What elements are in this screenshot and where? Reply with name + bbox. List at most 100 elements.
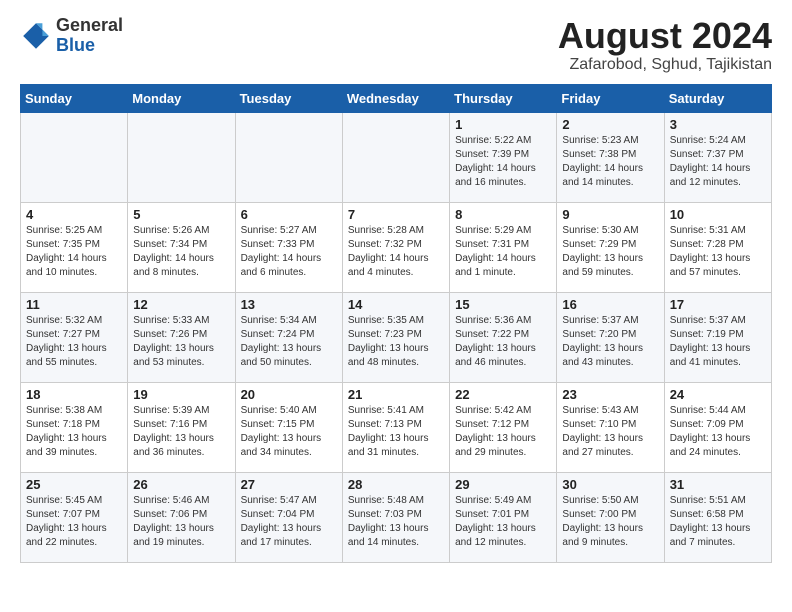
day-info: Sunrise: 5:50 AM Sunset: 7:00 PM Dayligh… xyxy=(562,494,658,550)
day-number: 7 xyxy=(348,207,444,222)
calendar-cell: 16 Sunrise: 5:37 AM Sunset: 7:20 PM Dayli… xyxy=(557,292,664,382)
logo-text: General Blue xyxy=(56,16,123,56)
weekday-header: Thursday xyxy=(450,84,557,112)
day-number: 25 xyxy=(26,477,122,492)
calendar-table: SundayMondayTuesdayWednesdayThursdayFrid… xyxy=(20,84,772,563)
calendar-cell: 11 Sunrise: 5:32 AM Sunset: 7:27 PM Dayli… xyxy=(21,292,128,382)
calendar-cell: 23 Sunrise: 5:43 AM Sunset: 7:10 PM Dayli… xyxy=(557,382,664,472)
day-info: Sunrise: 5:26 AM Sunset: 7:34 PM Dayligh… xyxy=(133,224,229,280)
calendar-body: 1 Sunrise: 5:22 AM Sunset: 7:39 PM Daylig… xyxy=(21,112,772,562)
day-number: 3 xyxy=(670,117,766,132)
day-info: Sunrise: 5:37 AM Sunset: 7:19 PM Dayligh… xyxy=(670,314,766,370)
calendar-cell: 22Sunrise: 5:42 AM Sunset: 7:12 PM Dayli… xyxy=(450,382,557,472)
day-number: 24 xyxy=(670,387,766,402)
calendar-cell: 27 Sunrise: 5:47 AM Sunset: 7:04 PM Dayli… xyxy=(235,472,342,562)
calendar-cell: 15Sunrise: 5:36 AM Sunset: 7:22 PM Dayli… xyxy=(450,292,557,382)
day-number: 5 xyxy=(133,207,229,222)
calendar-cell: 1 Sunrise: 5:22 AM Sunset: 7:39 PM Daylig… xyxy=(450,112,557,202)
day-number: 31 xyxy=(670,477,766,492)
day-number: 26 xyxy=(133,477,229,492)
day-info: Sunrise: 5:27 AM Sunset: 7:33 PM Dayligh… xyxy=(241,224,337,280)
day-info: Sunrise: 5:35 AM Sunset: 7:23 PM Dayligh… xyxy=(348,314,444,370)
logo: General Blue xyxy=(20,16,123,56)
calendar-week-row: 25 Sunrise: 5:45 AM Sunset: 7:07 PM Dayli… xyxy=(21,472,772,562)
day-number: 23 xyxy=(562,387,658,402)
logo-blue-text: Blue xyxy=(56,35,95,55)
day-info: Sunrise: 5:24 AM Sunset: 7:37 PM Dayligh… xyxy=(670,134,766,190)
calendar-cell xyxy=(235,112,342,202)
weekday-header: Sunday xyxy=(21,84,128,112)
day-info: Sunrise: 5:49 AM Sunset: 7:01 PM Dayligh… xyxy=(455,494,551,550)
day-info: Sunrise: 5:48 AM Sunset: 7:03 PM Dayligh… xyxy=(348,494,444,550)
day-info: Sunrise: 5:40 AM Sunset: 7:15 PM Dayligh… xyxy=(241,404,337,460)
calendar-cell: 7 Sunrise: 5:28 AM Sunset: 7:32 PM Daylig… xyxy=(342,202,449,292)
day-number: 10 xyxy=(670,207,766,222)
calendar-cell: 31Sunrise: 5:51 AM Sunset: 6:58 PM Dayli… xyxy=(664,472,771,562)
calendar-cell: 4 Sunrise: 5:25 AM Sunset: 7:35 PM Daylig… xyxy=(21,202,128,292)
day-info: Sunrise: 5:29 AM Sunset: 7:31 PM Dayligh… xyxy=(455,224,551,280)
calendar-cell xyxy=(128,112,235,202)
logo-icon xyxy=(20,20,52,52)
day-number: 2 xyxy=(562,117,658,132)
day-number: 12 xyxy=(133,297,229,312)
day-info: Sunrise: 5:41 AM Sunset: 7:13 PM Dayligh… xyxy=(348,404,444,460)
day-info: Sunrise: 5:43 AM Sunset: 7:10 PM Dayligh… xyxy=(562,404,658,460)
calendar-cell: 6 Sunrise: 5:27 AM Sunset: 7:33 PM Daylig… xyxy=(235,202,342,292)
calendar-cell: 8 Sunrise: 5:29 AM Sunset: 7:31 PM Daylig… xyxy=(450,202,557,292)
day-info: Sunrise: 5:32 AM Sunset: 7:27 PM Dayligh… xyxy=(26,314,122,370)
day-number: 8 xyxy=(455,207,551,222)
day-info: Sunrise: 5:25 AM Sunset: 7:35 PM Dayligh… xyxy=(26,224,122,280)
day-number: 1 xyxy=(455,117,551,132)
day-info: Sunrise: 5:33 AM Sunset: 7:26 PM Dayligh… xyxy=(133,314,229,370)
day-info: Sunrise: 5:46 AM Sunset: 7:06 PM Dayligh… xyxy=(133,494,229,550)
day-number: 20 xyxy=(241,387,337,402)
day-number: 17 xyxy=(670,297,766,312)
day-info: Sunrise: 5:28 AM Sunset: 7:32 PM Dayligh… xyxy=(348,224,444,280)
calendar-title: August 2024 xyxy=(558,16,772,56)
day-info: Sunrise: 5:39 AM Sunset: 7:16 PM Dayligh… xyxy=(133,404,229,460)
day-number: 15 xyxy=(455,297,551,312)
day-info: Sunrise: 5:45 AM Sunset: 7:07 PM Dayligh… xyxy=(26,494,122,550)
day-number: 16 xyxy=(562,297,658,312)
day-info: Sunrise: 5:47 AM Sunset: 7:04 PM Dayligh… xyxy=(241,494,337,550)
day-number: 29 xyxy=(455,477,551,492)
calendar-cell: 30Sunrise: 5:50 AM Sunset: 7:00 PM Dayli… xyxy=(557,472,664,562)
day-number: 11 xyxy=(26,297,122,312)
day-info: Sunrise: 5:38 AM Sunset: 7:18 PM Dayligh… xyxy=(26,404,122,460)
day-info: Sunrise: 5:44 AM Sunset: 7:09 PM Dayligh… xyxy=(670,404,766,460)
day-info: Sunrise: 5:23 AM Sunset: 7:38 PM Dayligh… xyxy=(562,134,658,190)
page-header: General Blue August 2024 Zafarobod, Sghu… xyxy=(20,16,772,74)
calendar-cell: 3 Sunrise: 5:24 AM Sunset: 7:37 PM Daylig… xyxy=(664,112,771,202)
day-info: Sunrise: 5:22 AM Sunset: 7:39 PM Dayligh… xyxy=(455,134,551,190)
day-info: Sunrise: 5:37 AM Sunset: 7:20 PM Dayligh… xyxy=(562,314,658,370)
day-number: 4 xyxy=(26,207,122,222)
calendar-cell: 5 Sunrise: 5:26 AM Sunset: 7:34 PM Daylig… xyxy=(128,202,235,292)
day-info: Sunrise: 5:42 AM Sunset: 7:12 PM Dayligh… xyxy=(455,404,551,460)
day-number: 27 xyxy=(241,477,337,492)
calendar-cell xyxy=(21,112,128,202)
calendar-cell xyxy=(342,112,449,202)
day-number: 6 xyxy=(241,207,337,222)
calendar-cell: 2 Sunrise: 5:23 AM Sunset: 7:38 PM Daylig… xyxy=(557,112,664,202)
day-number: 14 xyxy=(348,297,444,312)
weekday-header: Monday xyxy=(128,84,235,112)
calendar-subtitle: Zafarobod, Sghud, Tajikistan xyxy=(558,56,772,74)
day-info: Sunrise: 5:30 AM Sunset: 7:29 PM Dayligh… xyxy=(562,224,658,280)
day-number: 9 xyxy=(562,207,658,222)
calendar-cell: 20 Sunrise: 5:40 AM Sunset: 7:15 PM Dayli… xyxy=(235,382,342,472)
day-number: 21 xyxy=(348,387,444,402)
calendar-week-row: 1 Sunrise: 5:22 AM Sunset: 7:39 PM Daylig… xyxy=(21,112,772,202)
logo-general-text: General xyxy=(56,15,123,35)
weekday-header: Wednesday xyxy=(342,84,449,112)
calendar-week-row: 4 Sunrise: 5:25 AM Sunset: 7:35 PM Daylig… xyxy=(21,202,772,292)
calendar-cell: 26 Sunrise: 5:46 AM Sunset: 7:06 PM Dayli… xyxy=(128,472,235,562)
calendar-cell: 18Sunrise: 5:38 AM Sunset: 7:18 PM Dayli… xyxy=(21,382,128,472)
calendar-cell: 21 Sunrise: 5:41 AM Sunset: 7:13 PM Dayli… xyxy=(342,382,449,472)
calendar-cell: 17 Sunrise: 5:37 AM Sunset: 7:19 PM Dayli… xyxy=(664,292,771,382)
calendar-cell: 29 Sunrise: 5:49 AM Sunset: 7:01 PM Dayli… xyxy=(450,472,557,562)
calendar-cell: 25 Sunrise: 5:45 AM Sunset: 7:07 PM Dayli… xyxy=(21,472,128,562)
calendar-week-row: 18Sunrise: 5:38 AM Sunset: 7:18 PM Dayli… xyxy=(21,382,772,472)
calendar-cell: 9 Sunrise: 5:30 AM Sunset: 7:29 PM Daylig… xyxy=(557,202,664,292)
calendar-cell: 10 Sunrise: 5:31 AM Sunset: 7:28 PM Dayli… xyxy=(664,202,771,292)
day-info: Sunrise: 5:31 AM Sunset: 7:28 PM Dayligh… xyxy=(670,224,766,280)
